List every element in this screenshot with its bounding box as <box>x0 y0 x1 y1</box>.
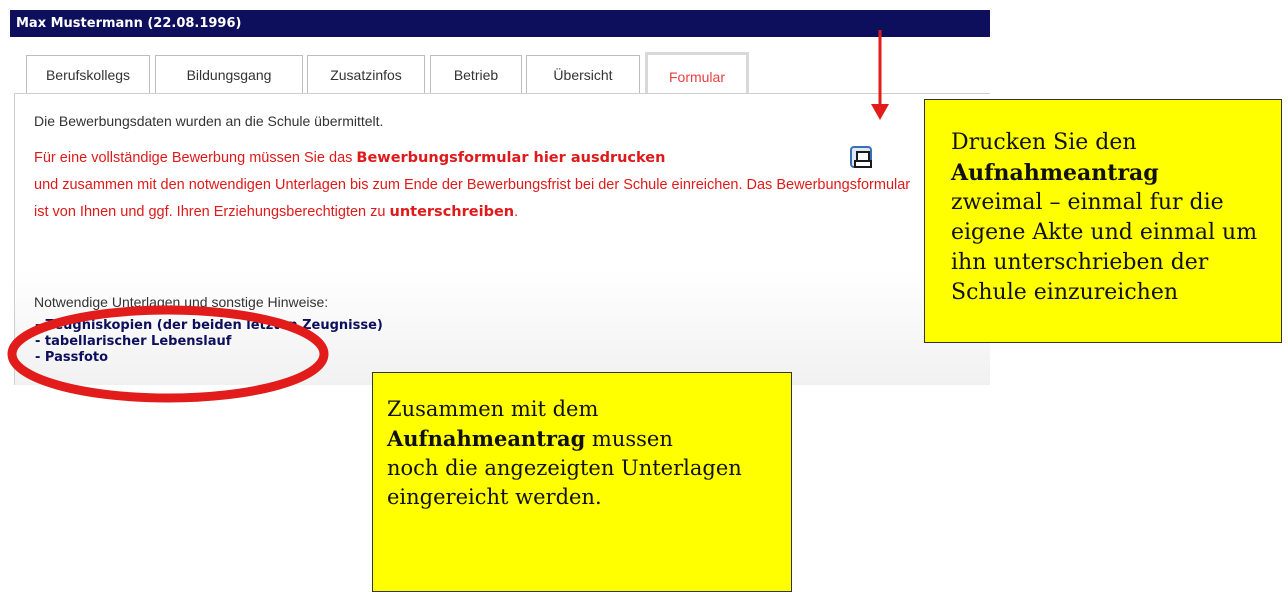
note-docs-bold: Aufnahmeantrag <box>387 426 586 451</box>
note-print-line1: Drucken Sie den <box>951 130 1137 155</box>
note-print-bold: Aufnahmeantrag <box>951 160 1159 186</box>
highlight-ellipse <box>7 305 329 403</box>
note-docs-rest1: mussen <box>585 427 673 451</box>
annotation-note-documents: Zusammen mit dem Aufnahmeantrag mussen n… <box>372 372 792 592</box>
note-docs-line1: Zusammen mit dem <box>387 397 599 421</box>
arrow-head <box>871 104 889 120</box>
note-print-rest: zweimal – einmal fur die eigene Akte und… <box>951 190 1258 305</box>
annotation-note-print: Drucken Sie den Aufnahmeantrag zweimal –… <box>924 99 1282 343</box>
note-docs-rest2: noch die angezeigten Unterlagen eingerei… <box>387 456 742 509</box>
